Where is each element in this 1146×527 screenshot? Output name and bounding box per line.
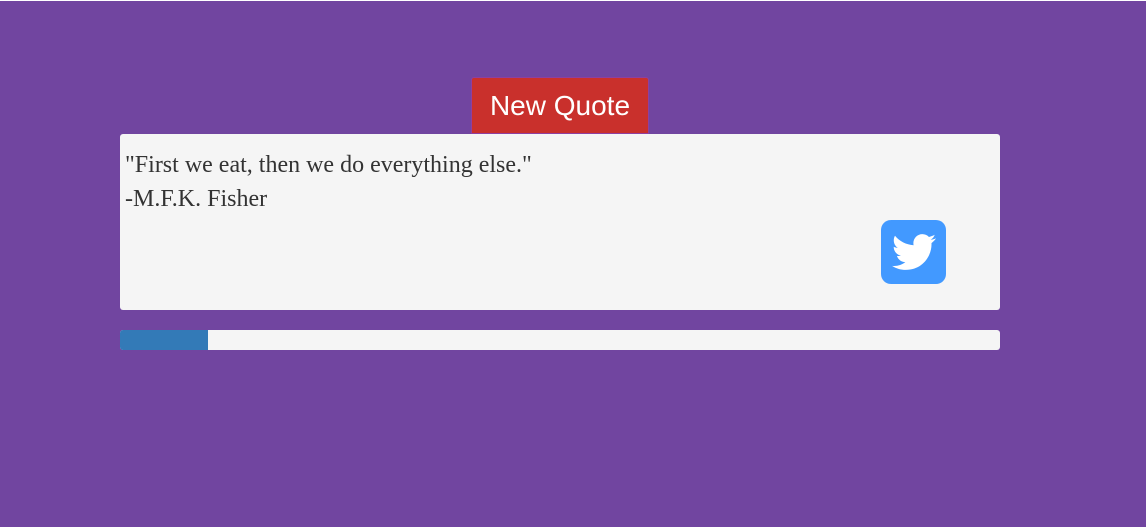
tweet-button[interactable] bbox=[881, 220, 946, 284]
top-divider bbox=[0, 0, 1146, 1]
progress-fill bbox=[120, 330, 208, 350]
twitter-icon bbox=[891, 234, 936, 270]
progress-bar bbox=[120, 330, 1000, 350]
quote-card: "First we eat, then we do everything els… bbox=[120, 134, 1000, 310]
new-quote-button[interactable]: New Quote bbox=[471, 77, 649, 134]
quote-author: -M.F.K. Fisher bbox=[125, 186, 268, 212]
quote-text: "First we eat, then we do everything els… bbox=[125, 152, 532, 178]
